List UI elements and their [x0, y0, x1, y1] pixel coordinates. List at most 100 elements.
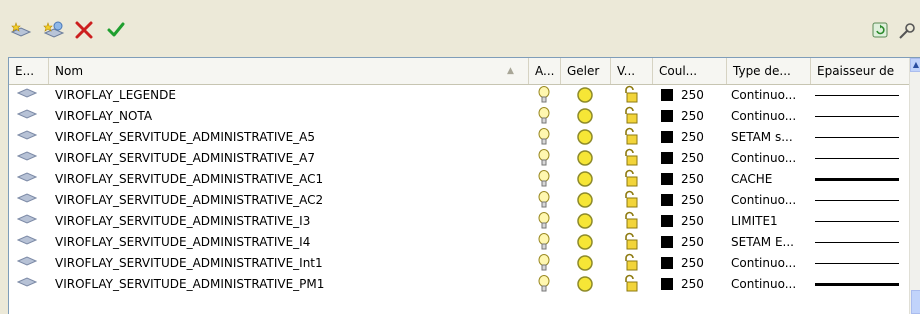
linetype-cell[interactable]: Continuo...: [731, 148, 811, 169]
sun-thawed-icon[interactable]: [575, 127, 595, 148]
col-linetype[interactable]: Type de...: [727, 58, 811, 84]
lineweight-line[interactable]: [815, 263, 899, 264]
color-cell[interactable]: 250: [661, 127, 704, 148]
scroll-thumb[interactable]: [911, 290, 920, 314]
sun-thawed-icon[interactable]: [575, 106, 595, 127]
scroll-up-button[interactable]: ▲: [910, 58, 920, 72]
lightbulb-on-icon[interactable]: [537, 211, 551, 232]
lineweight-line[interactable]: [815, 158, 899, 159]
sun-thawed-icon[interactable]: [575, 85, 595, 106]
table-row[interactable]: VIROFLAY_SERVITUDE_ADMINISTRATIVE_Int1 25…: [9, 253, 909, 274]
table-row[interactable]: VIROFLAY_LEGENDE 250 Continuo...: [9, 85, 909, 106]
layer-status-icon: [17, 274, 37, 295]
layer-name[interactable]: VIROFLAY_SERVITUDE_ADMINISTRATIVE_PM1: [55, 274, 525, 295]
color-cell[interactable]: 250: [661, 169, 704, 190]
lightbulb-on-icon[interactable]: [537, 85, 551, 106]
lightbulb-on-icon[interactable]: [537, 169, 551, 190]
layer-name[interactable]: VIROFLAY_SERVITUDE_ADMINISTRATIVE_A5: [55, 127, 525, 148]
color-cell[interactable]: 250: [661, 106, 704, 127]
col-status[interactable]: E...: [9, 58, 49, 84]
lineweight-line[interactable]: [815, 178, 899, 181]
color-cell[interactable]: 250: [661, 211, 704, 232]
lightbulb-on-icon[interactable]: [537, 232, 551, 253]
table-row[interactable]: VIROFLAY_SERVITUDE_ADMINISTRATIVE_I3 250 L…: [9, 211, 909, 232]
linetype-cell[interactable]: Continuo...: [731, 190, 811, 211]
lock-open-icon[interactable]: [623, 85, 641, 106]
layer-name[interactable]: VIROFLAY_NOTA: [55, 106, 525, 127]
lineweight-line[interactable]: [815, 95, 899, 96]
layer-status-icon: [17, 148, 37, 169]
layer-list[interactable]: E... Nom ▲ A... Geler V... Coul... Type …: [8, 57, 920, 314]
col-color[interactable]: Coul...: [653, 58, 727, 84]
refresh-button[interactable]: [872, 22, 888, 41]
color-cell[interactable]: 250: [661, 232, 704, 253]
col-freeze[interactable]: Geler: [561, 58, 611, 84]
sun-thawed-icon[interactable]: [575, 148, 595, 169]
sun-thawed-icon[interactable]: [575, 169, 595, 190]
color-cell[interactable]: 250: [661, 190, 704, 211]
table-row[interactable]: VIROFLAY_SERVITUDE_ADMINISTRATIVE_I4 250 S…: [9, 232, 909, 253]
lineweight-line[interactable]: [815, 116, 899, 117]
linetype-cell[interactable]: Continuo...: [731, 274, 811, 295]
layer-name[interactable]: VIROFLAY_SERVITUDE_ADMINISTRATIVE_AC1: [55, 169, 525, 190]
delete-layer-button[interactable]: [74, 20, 94, 40]
lineweight-line[interactable]: [815, 283, 899, 286]
lock-open-icon[interactable]: [623, 211, 641, 232]
table-row[interactable]: VIROFLAY_SERVITUDE_ADMINISTRATIVE_A5 250 S…: [9, 127, 909, 148]
linetype-cell[interactable]: LIMITE1: [731, 211, 811, 232]
sun-thawed-icon[interactable]: [575, 253, 595, 274]
lightbulb-on-icon[interactable]: [537, 190, 551, 211]
lineweight-line[interactable]: [815, 137, 899, 138]
lock-open-icon[interactable]: [623, 232, 641, 253]
sun-thawed-icon[interactable]: [575, 232, 595, 253]
color-cell[interactable]: 250: [661, 148, 704, 169]
lineweight-line[interactable]: [815, 242, 899, 243]
layer-name[interactable]: VIROFLAY_LEGENDE: [55, 85, 525, 106]
lock-open-icon[interactable]: [623, 106, 641, 127]
sun-thawed-icon[interactable]: [575, 190, 595, 211]
lightbulb-on-icon[interactable]: [537, 127, 551, 148]
lightbulb-on-icon[interactable]: [537, 253, 551, 274]
new-layer-button[interactable]: [10, 20, 32, 40]
lineweight-line[interactable]: [815, 221, 899, 222]
layer-name[interactable]: VIROFLAY_SERVITUDE_ADMINISTRATIVE_I3: [55, 211, 525, 232]
layer-name[interactable]: VIROFLAY_SERVITUDE_ADMINISTRATIVE_Int1: [55, 253, 525, 274]
color-cell[interactable]: 250: [661, 274, 704, 295]
lock-open-icon[interactable]: [623, 190, 641, 211]
table-row[interactable]: VIROFLAY_NOTA 250 Continuo...: [9, 106, 909, 127]
table-row[interactable]: VIROFLAY_SERVITUDE_ADMINISTRATIVE_AC1 250…: [9, 169, 909, 190]
lock-open-icon[interactable]: [623, 127, 641, 148]
layer-name[interactable]: VIROFLAY_SERVITUDE_ADMINISTRATIVE_I4: [55, 232, 525, 253]
col-name[interactable]: Nom ▲: [49, 58, 529, 84]
lock-open-icon[interactable]: [623, 169, 641, 190]
layer-name[interactable]: VIROFLAY_SERVITUDE_ADMINISTRATIVE_AC2: [55, 190, 525, 211]
new-layer-frozen-button[interactable]: [43, 20, 65, 40]
settings-button[interactable]: [896, 22, 916, 43]
linetype-cell[interactable]: Continuo...: [731, 106, 811, 127]
color-cell[interactable]: 250: [661, 85, 704, 106]
linetype-cell[interactable]: Continuo...: [731, 253, 811, 274]
layer-name[interactable]: VIROFLAY_SERVITUDE_ADMINISTRATIVE_A7: [55, 148, 525, 169]
linetype-cell[interactable]: SETAM s...: [731, 127, 811, 148]
lightbulb-on-icon[interactable]: [537, 274, 551, 295]
lineweight-line[interactable]: [815, 200, 899, 201]
table-row[interactable]: VIROFLAY_SERVITUDE_ADMINISTRATIVE_A7 250 C…: [9, 148, 909, 169]
set-current-button[interactable]: [106, 20, 126, 40]
linetype-cell[interactable]: SETAM E...: [731, 232, 811, 253]
table-row[interactable]: VIROFLAY_SERVITUDE_ADMINISTRATIVE_AC2 250…: [9, 190, 909, 211]
table-row[interactable]: VIROFLAY_SERVITUDE_ADMINISTRATIVE_PM1 250…: [9, 274, 909, 295]
col-lock[interactable]: V...: [611, 58, 653, 84]
color-cell[interactable]: 250: [661, 253, 704, 274]
sun-thawed-icon[interactable]: [575, 274, 595, 295]
linetype-cell[interactable]: CACHE: [731, 169, 811, 190]
lightbulb-on-icon[interactable]: [537, 148, 551, 169]
lock-open-icon[interactable]: [623, 274, 641, 295]
col-lineweight[interactable]: Epaisseur de: [811, 58, 909, 84]
linetype-cell[interactable]: Continuo...: [731, 85, 811, 106]
col-on[interactable]: A...: [529, 58, 561, 84]
lock-open-icon[interactable]: [623, 148, 641, 169]
lock-open-icon[interactable]: [623, 253, 641, 274]
lightbulb-on-icon[interactable]: [537, 106, 551, 127]
vertical-scrollbar[interactable]: ▲: [909, 58, 920, 314]
sun-thawed-icon[interactable]: [575, 211, 595, 232]
